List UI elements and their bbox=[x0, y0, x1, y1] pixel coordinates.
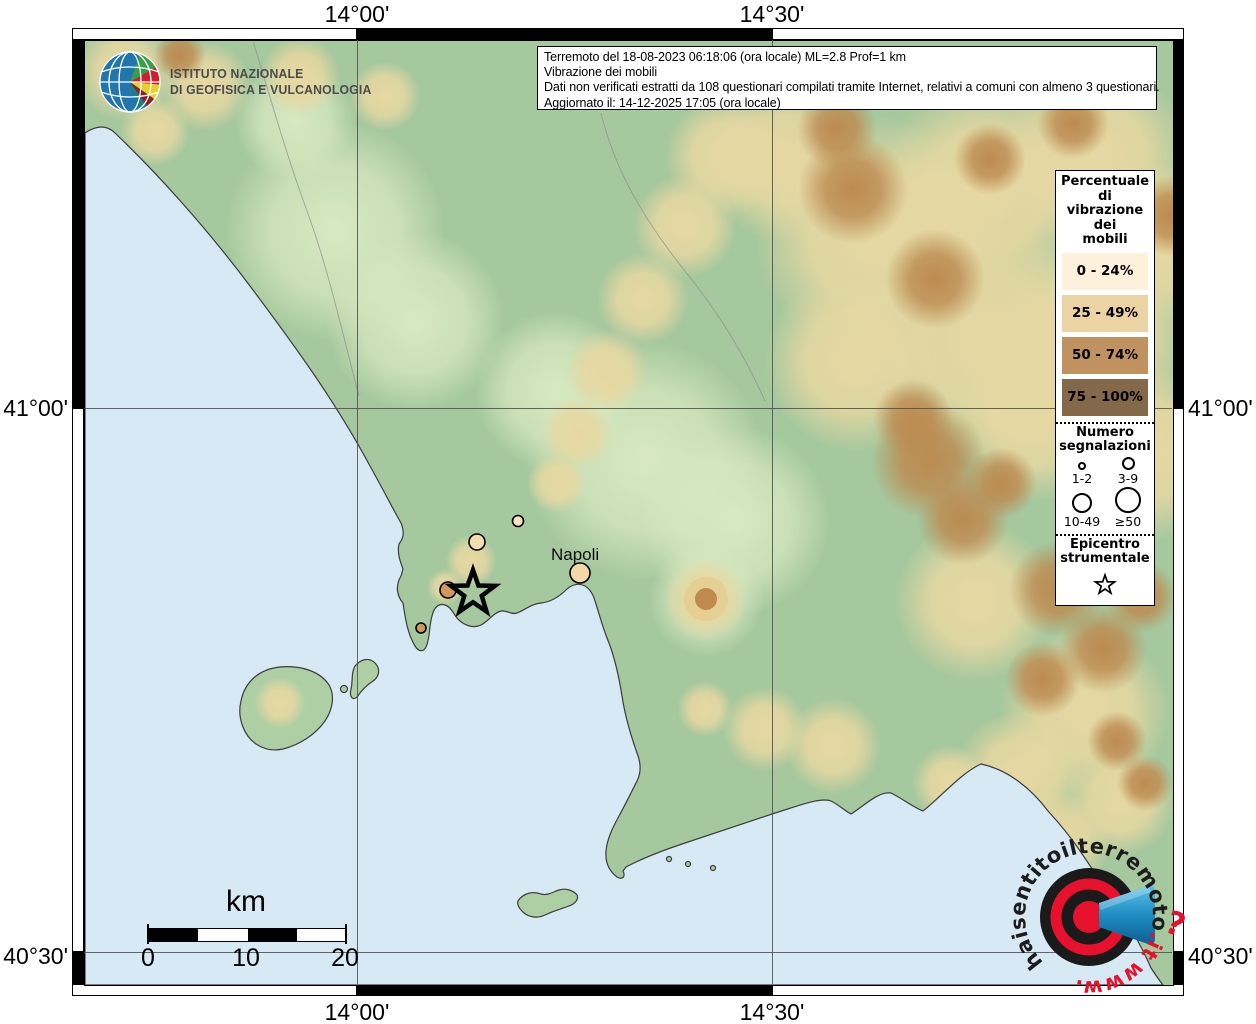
ingv-logo: ISTITUTO NAZIONALE DI GEOFISICA E VULCAN… bbox=[98, 50, 384, 114]
count-label-1-2: 1-2 bbox=[1072, 472, 1092, 485]
info-line-disclaimer: Dati non verificati estratti da 108 ques… bbox=[544, 80, 1150, 95]
count-circle-10-49 bbox=[1072, 493, 1092, 513]
scale-seg-3 bbox=[248, 929, 297, 941]
map-canvas bbox=[84, 40, 1174, 986]
frame-left-seg3 bbox=[72, 952, 84, 984]
frame-top-seg1 bbox=[72, 28, 357, 40]
legend-count-circles-row1: 1-2 3-9 bbox=[1059, 457, 1151, 485]
scale-tick-10: 10 bbox=[224, 944, 268, 973]
ingv-logo-line1: ISTITUTO NAZIONALE bbox=[170, 66, 372, 82]
legend-swatch-75-100: 75 - 100% bbox=[1062, 379, 1148, 416]
scale-bar bbox=[148, 928, 347, 942]
scale-tick-0: 0 bbox=[126, 944, 170, 973]
count-circle-3-9 bbox=[1122, 457, 1135, 470]
legend-swatch-0-24: 0 - 24% bbox=[1062, 253, 1148, 290]
count-circle-1-2 bbox=[1078, 462, 1086, 470]
scale-end-tick-left bbox=[147, 924, 149, 944]
frame-left-seg1 bbox=[72, 40, 84, 408]
frame-left-seg2 bbox=[72, 408, 84, 952]
axis-label-bottom-14-30: 14°30' bbox=[717, 999, 827, 1024]
legend-swatch-25-49: 25 - 49% bbox=[1062, 295, 1148, 332]
vesuvius bbox=[648, 541, 764, 657]
scale-end-tick-right bbox=[345, 924, 347, 944]
axis-label-left-41-00: 41°00' bbox=[0, 395, 68, 422]
scale-seg-2 bbox=[198, 929, 247, 941]
scale-seg-4 bbox=[297, 929, 346, 941]
grid-line-41-00 bbox=[84, 408, 1172, 409]
legend-swatch-50-74: 50 - 74% bbox=[1062, 337, 1148, 374]
scale-unit-label: km bbox=[200, 885, 292, 919]
ischia-hill bbox=[254, 677, 306, 729]
scale-seg-1 bbox=[149, 929, 198, 941]
legend-percent-title: Percentuale di vibrazione dei mobili bbox=[1061, 175, 1149, 248]
grid-line-14-00 bbox=[357, 40, 358, 984]
axis-label-top-14-30: 14°30' bbox=[717, 1, 827, 28]
legend: Percentuale di vibrazione dei mobili 0 -… bbox=[1055, 170, 1155, 606]
grid-line-14-30 bbox=[772, 40, 773, 984]
legend-count-title: Numero segnalazioni bbox=[1059, 426, 1151, 455]
legend-epicenter-star-icon bbox=[1092, 572, 1118, 598]
legend-divider-2 bbox=[1056, 534, 1154, 536]
napoli-label: Napoli bbox=[551, 545, 599, 565]
count-label-50plus: ≥50 bbox=[1115, 515, 1141, 528]
axis-label-left-40-30: 40°30' bbox=[0, 943, 68, 970]
map-page: ? haisentitoilterremoto.it www. 14°00' 1… bbox=[0, 0, 1256, 1024]
count-label-3-9: 3-9 bbox=[1118, 472, 1138, 485]
ingv-logo-line2: DI GEOFISICA E VULCANOLOGIA bbox=[170, 82, 372, 98]
count-circle-50plus bbox=[1115, 487, 1141, 513]
axis-label-right-40-30: 40°30' bbox=[1188, 943, 1256, 970]
legend-divider-1 bbox=[1056, 422, 1154, 424]
count-label-10-49: 10-49 bbox=[1064, 515, 1100, 528]
scale-tick-20: 20 bbox=[323, 944, 367, 973]
axis-label-bottom-14-00: 14°00' bbox=[302, 999, 412, 1024]
legend-epicenter-title: Epicentro strumentale bbox=[1060, 538, 1150, 567]
ingv-globe-icon bbox=[98, 50, 162, 114]
axis-label-top-14-00: 14°00' bbox=[302, 1, 412, 28]
info-line-updated: Aggiornato il: 14-12-2025 17:05 (ora loc… bbox=[544, 96, 1150, 111]
info-line-question: Vibrazione dei mobili bbox=[544, 65, 1150, 80]
frame-top-seg2 bbox=[357, 28, 772, 40]
info-line-event: Terremoto del 18-08-2023 06:18:06 (ora l… bbox=[544, 50, 1150, 65]
ingv-logo-text: ISTITUTO NAZIONALE DI GEOFISICA E VULCAN… bbox=[170, 66, 372, 98]
info-box: Terremoto del 18-08-2023 06:18:06 (ora l… bbox=[537, 46, 1157, 110]
axis-label-right-41-00: 41°00' bbox=[1188, 395, 1256, 422]
frame-top-seg3 bbox=[772, 28, 1184, 40]
legend-count-circles-row2: 10-49 ≥50 bbox=[1059, 487, 1151, 528]
terrain-svg bbox=[85, 41, 1173, 985]
